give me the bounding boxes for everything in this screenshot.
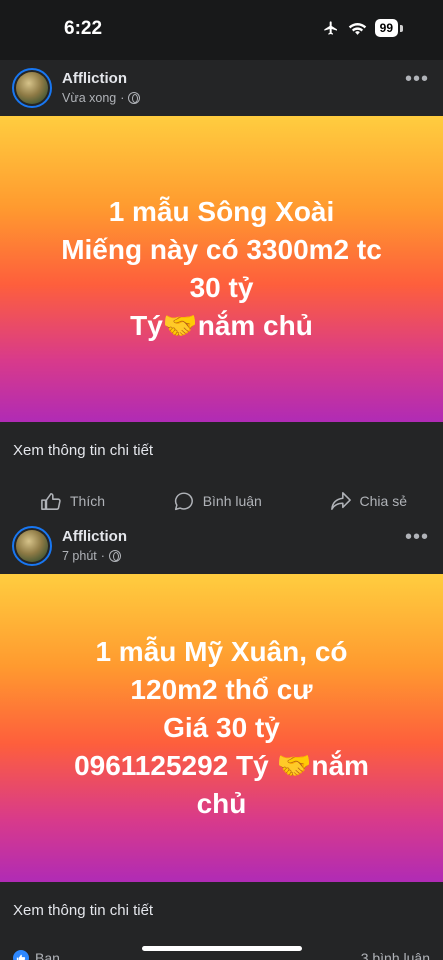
- comment-count[interactable]: 3 bình luận: [361, 950, 430, 960]
- share-button[interactable]: Chia sẻ: [330, 491, 407, 511]
- comment-button[interactable]: Bình luận: [173, 491, 262, 512]
- post-time[interactable]: 7 phút: [62, 549, 97, 563]
- banner-line: chủ: [196, 788, 247, 819]
- post-1: Affliction Vừa xong · ••• 1 mẫu Sông Xoà…: [0, 60, 443, 524]
- status-bar: 6:22 99: [0, 0, 443, 60]
- post-meta: 7 phút ·: [62, 549, 121, 563]
- banner-line: 120m2 thổ cư: [130, 674, 313, 705]
- battery-indicator: 99: [374, 19, 398, 37]
- more-icon[interactable]: •••: [405, 526, 429, 549]
- post-banner[interactable]: 1 mẫu Mỹ Xuân, có 120m2 thổ cư Giá 30 tỷ…: [0, 574, 443, 882]
- post-header: Affliction 7 phút · •••: [0, 518, 443, 574]
- share-label: Chia sẻ: [359, 493, 407, 509]
- like-badge-icon: [13, 950, 29, 960]
- banner-text: 1 mẫu Mỹ Xuân, có 120m2 thổ cư Giá 30 tỷ…: [74, 633, 369, 823]
- post-meta: Vừa xong ·: [62, 91, 141, 105]
- banner-line: 0961125292 Tý 🤝nắm: [74, 750, 369, 781]
- like-label: Thích: [70, 493, 106, 509]
- banner-text: 1 mẫu Sông Xoài Miếng này có 3300m2 tc 3…: [61, 193, 382, 345]
- status-time: 6:22: [64, 18, 103, 39]
- dot-separator: ·: [120, 91, 125, 105]
- banner-line: 1 mẫu Sông Xoài: [108, 196, 335, 227]
- post-header: Affliction Vừa xong · •••: [0, 60, 443, 116]
- avatar[interactable]: [12, 526, 52, 566]
- post-banner[interactable]: 1 mẫu Sông Xoài Miếng này có 3300m2 tc 3…: [0, 116, 443, 422]
- home-indicator[interactable]: [142, 946, 302, 951]
- airplane-icon: [323, 21, 337, 35]
- reactions[interactable]: Bạn: [13, 950, 60, 960]
- post-time[interactable]: Vừa xong: [62, 91, 116, 105]
- battery-cap: [400, 24, 403, 32]
- details-link[interactable]: Xem thông tin chi tiết: [0, 882, 443, 938]
- banner-line: Giá 30 tỷ: [163, 712, 280, 743]
- banner-line: Tý🤝nắm chủ: [130, 310, 313, 341]
- like-button[interactable]: Thích: [40, 491, 105, 511]
- banner-line: 30 tỷ: [189, 272, 254, 303]
- globe-icon: [128, 92, 141, 104]
- share-icon: [330, 492, 351, 510]
- more-icon[interactable]: •••: [405, 68, 429, 91]
- comment-icon: [174, 491, 193, 510]
- thumbs-up-icon: [41, 492, 61, 510]
- banner-line: 1 mẫu Mỹ Xuân, có: [95, 636, 348, 667]
- post-2: Affliction 7 phút · ••• 1 mẫu Mỹ Xuân, c…: [0, 518, 443, 960]
- details-link[interactable]: Xem thông tin chi tiết: [0, 422, 443, 478]
- avatar[interactable]: [12, 68, 52, 108]
- banner-line: Miếng này có 3300m2 tc: [61, 234, 382, 265]
- author-name[interactable]: Affliction: [62, 70, 127, 87]
- globe-icon: [108, 550, 121, 562]
- wifi-icon: [348, 22, 366, 35]
- comment-label: Bình luận: [202, 493, 262, 509]
- dot-separator: ·: [100, 549, 105, 563]
- reactor-name: Bạn: [35, 950, 60, 960]
- status-icons: 99: [322, 19, 403, 37]
- author-name[interactable]: Affliction: [62, 528, 127, 545]
